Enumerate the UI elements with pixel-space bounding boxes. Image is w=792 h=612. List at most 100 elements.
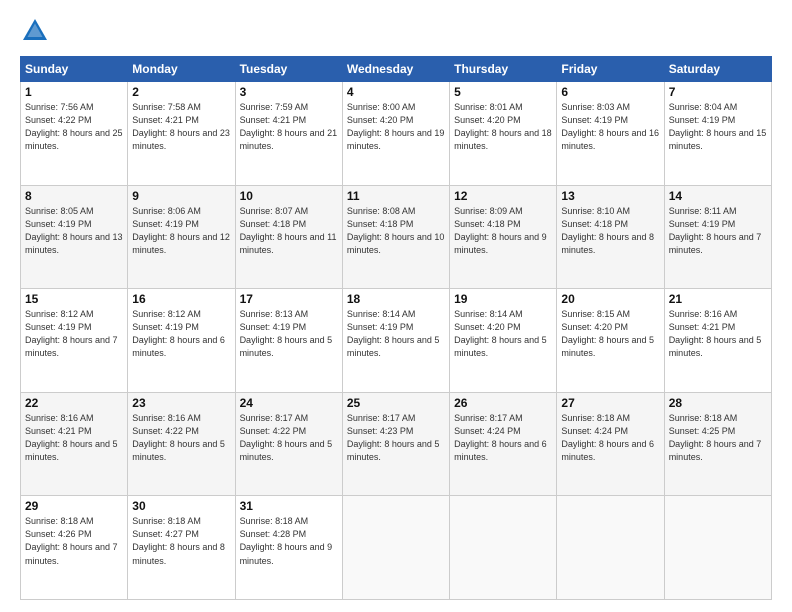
calendar-week-row: 22 Sunrise: 8:16 AM Sunset: 4:21 PM Dayl… bbox=[21, 392, 772, 496]
calendar-cell: 16 Sunrise: 8:12 AM Sunset: 4:19 PM Dayl… bbox=[128, 289, 235, 393]
day-number: 24 bbox=[240, 396, 338, 410]
day-number: 22 bbox=[25, 396, 123, 410]
calendar-cell: 8 Sunrise: 8:05 AM Sunset: 4:19 PM Dayli… bbox=[21, 185, 128, 289]
day-number: 2 bbox=[132, 85, 230, 99]
calendar-cell: 26 Sunrise: 8:17 AM Sunset: 4:24 PM Dayl… bbox=[450, 392, 557, 496]
cell-info: Sunrise: 8:16 AM Sunset: 4:22 PM Dayligh… bbox=[132, 412, 230, 464]
calendar-cell bbox=[664, 496, 771, 600]
calendar-cell: 11 Sunrise: 8:08 AM Sunset: 4:18 PM Dayl… bbox=[342, 185, 449, 289]
calendar-cell: 13 Sunrise: 8:10 AM Sunset: 4:18 PM Dayl… bbox=[557, 185, 664, 289]
day-number: 10 bbox=[240, 189, 338, 203]
header bbox=[20, 16, 772, 46]
day-number: 9 bbox=[132, 189, 230, 203]
calendar-cell: 17 Sunrise: 8:13 AM Sunset: 4:19 PM Dayl… bbox=[235, 289, 342, 393]
cell-info: Sunrise: 8:05 AM Sunset: 4:19 PM Dayligh… bbox=[25, 205, 123, 257]
calendar-cell: 9 Sunrise: 8:06 AM Sunset: 4:19 PM Dayli… bbox=[128, 185, 235, 289]
cell-info: Sunrise: 8:08 AM Sunset: 4:18 PM Dayligh… bbox=[347, 205, 445, 257]
cell-info: Sunrise: 8:04 AM Sunset: 4:19 PM Dayligh… bbox=[669, 101, 767, 153]
calendar-cell bbox=[557, 496, 664, 600]
calendar-cell: 20 Sunrise: 8:15 AM Sunset: 4:20 PM Dayl… bbox=[557, 289, 664, 393]
cell-info: Sunrise: 8:16 AM Sunset: 4:21 PM Dayligh… bbox=[25, 412, 123, 464]
cell-info: Sunrise: 7:56 AM Sunset: 4:22 PM Dayligh… bbox=[25, 101, 123, 153]
calendar-cell: 6 Sunrise: 8:03 AM Sunset: 4:19 PM Dayli… bbox=[557, 82, 664, 186]
day-number: 3 bbox=[240, 85, 338, 99]
calendar-cell: 31 Sunrise: 8:18 AM Sunset: 4:28 PM Dayl… bbox=[235, 496, 342, 600]
calendar-cell: 15 Sunrise: 8:12 AM Sunset: 4:19 PM Dayl… bbox=[21, 289, 128, 393]
calendar-week-row: 15 Sunrise: 8:12 AM Sunset: 4:19 PM Dayl… bbox=[21, 289, 772, 393]
calendar-cell bbox=[342, 496, 449, 600]
calendar-cell: 5 Sunrise: 8:01 AM Sunset: 4:20 PM Dayli… bbox=[450, 82, 557, 186]
cell-info: Sunrise: 8:06 AM Sunset: 4:19 PM Dayligh… bbox=[132, 205, 230, 257]
cell-info: Sunrise: 8:01 AM Sunset: 4:20 PM Dayligh… bbox=[454, 101, 552, 153]
day-number: 26 bbox=[454, 396, 552, 410]
cell-info: Sunrise: 8:16 AM Sunset: 4:21 PM Dayligh… bbox=[669, 308, 767, 360]
cell-info: Sunrise: 8:18 AM Sunset: 4:25 PM Dayligh… bbox=[669, 412, 767, 464]
day-number: 28 bbox=[669, 396, 767, 410]
calendar-cell: 24 Sunrise: 8:17 AM Sunset: 4:22 PM Dayl… bbox=[235, 392, 342, 496]
cell-info: Sunrise: 8:18 AM Sunset: 4:24 PM Dayligh… bbox=[561, 412, 659, 464]
logo-icon bbox=[20, 16, 50, 46]
cell-info: Sunrise: 8:12 AM Sunset: 4:19 PM Dayligh… bbox=[25, 308, 123, 360]
cell-info: Sunrise: 8:12 AM Sunset: 4:19 PM Dayligh… bbox=[132, 308, 230, 360]
calendar-cell: 21 Sunrise: 8:16 AM Sunset: 4:21 PM Dayl… bbox=[664, 289, 771, 393]
calendar-day-header: Friday bbox=[557, 57, 664, 82]
logo bbox=[20, 16, 54, 46]
calendar-cell: 14 Sunrise: 8:11 AM Sunset: 4:19 PM Dayl… bbox=[664, 185, 771, 289]
day-number: 7 bbox=[669, 85, 767, 99]
calendar-header-row: SundayMondayTuesdayWednesdayThursdayFrid… bbox=[21, 57, 772, 82]
day-number: 27 bbox=[561, 396, 659, 410]
cell-info: Sunrise: 8:07 AM Sunset: 4:18 PM Dayligh… bbox=[240, 205, 338, 257]
cell-info: Sunrise: 8:15 AM Sunset: 4:20 PM Dayligh… bbox=[561, 308, 659, 360]
calendar-day-header: Monday bbox=[128, 57, 235, 82]
page: SundayMondayTuesdayWednesdayThursdayFrid… bbox=[0, 0, 792, 612]
day-number: 1 bbox=[25, 85, 123, 99]
cell-info: Sunrise: 8:09 AM Sunset: 4:18 PM Dayligh… bbox=[454, 205, 552, 257]
calendar-cell: 22 Sunrise: 8:16 AM Sunset: 4:21 PM Dayl… bbox=[21, 392, 128, 496]
day-number: 23 bbox=[132, 396, 230, 410]
calendar-cell: 28 Sunrise: 8:18 AM Sunset: 4:25 PM Dayl… bbox=[664, 392, 771, 496]
calendar-day-header: Tuesday bbox=[235, 57, 342, 82]
cell-info: Sunrise: 8:18 AM Sunset: 4:26 PM Dayligh… bbox=[25, 515, 123, 567]
day-number: 4 bbox=[347, 85, 445, 99]
cell-info: Sunrise: 8:10 AM Sunset: 4:18 PM Dayligh… bbox=[561, 205, 659, 257]
cell-info: Sunrise: 8:03 AM Sunset: 4:19 PM Dayligh… bbox=[561, 101, 659, 153]
calendar-cell: 27 Sunrise: 8:18 AM Sunset: 4:24 PM Dayl… bbox=[557, 392, 664, 496]
calendar-cell: 12 Sunrise: 8:09 AM Sunset: 4:18 PM Dayl… bbox=[450, 185, 557, 289]
cell-info: Sunrise: 8:18 AM Sunset: 4:27 PM Dayligh… bbox=[132, 515, 230, 567]
day-number: 20 bbox=[561, 292, 659, 306]
day-number: 19 bbox=[454, 292, 552, 306]
cell-info: Sunrise: 8:17 AM Sunset: 4:22 PM Dayligh… bbox=[240, 412, 338, 464]
cell-info: Sunrise: 8:14 AM Sunset: 4:20 PM Dayligh… bbox=[454, 308, 552, 360]
cell-info: Sunrise: 7:58 AM Sunset: 4:21 PM Dayligh… bbox=[132, 101, 230, 153]
day-number: 30 bbox=[132, 499, 230, 513]
day-number: 21 bbox=[669, 292, 767, 306]
calendar-cell: 29 Sunrise: 8:18 AM Sunset: 4:26 PM Dayl… bbox=[21, 496, 128, 600]
calendar-cell: 30 Sunrise: 8:18 AM Sunset: 4:27 PM Dayl… bbox=[128, 496, 235, 600]
day-number: 29 bbox=[25, 499, 123, 513]
calendar-day-header: Wednesday bbox=[342, 57, 449, 82]
day-number: 13 bbox=[561, 189, 659, 203]
calendar-week-row: 29 Sunrise: 8:18 AM Sunset: 4:26 PM Dayl… bbox=[21, 496, 772, 600]
calendar-cell: 10 Sunrise: 8:07 AM Sunset: 4:18 PM Dayl… bbox=[235, 185, 342, 289]
day-number: 16 bbox=[132, 292, 230, 306]
day-number: 5 bbox=[454, 85, 552, 99]
day-number: 17 bbox=[240, 292, 338, 306]
calendar-cell: 3 Sunrise: 7:59 AM Sunset: 4:21 PM Dayli… bbox=[235, 82, 342, 186]
day-number: 18 bbox=[347, 292, 445, 306]
cell-info: Sunrise: 8:18 AM Sunset: 4:28 PM Dayligh… bbox=[240, 515, 338, 567]
calendar-cell: 7 Sunrise: 8:04 AM Sunset: 4:19 PM Dayli… bbox=[664, 82, 771, 186]
cell-info: Sunrise: 8:17 AM Sunset: 4:24 PM Dayligh… bbox=[454, 412, 552, 464]
cell-info: Sunrise: 8:14 AM Sunset: 4:19 PM Dayligh… bbox=[347, 308, 445, 360]
cell-info: Sunrise: 7:59 AM Sunset: 4:21 PM Dayligh… bbox=[240, 101, 338, 153]
calendar-cell: 25 Sunrise: 8:17 AM Sunset: 4:23 PM Dayl… bbox=[342, 392, 449, 496]
cell-info: Sunrise: 8:11 AM Sunset: 4:19 PM Dayligh… bbox=[669, 205, 767, 257]
calendar-cell: 4 Sunrise: 8:00 AM Sunset: 4:20 PM Dayli… bbox=[342, 82, 449, 186]
day-number: 14 bbox=[669, 189, 767, 203]
calendar-cell: 19 Sunrise: 8:14 AM Sunset: 4:20 PM Dayl… bbox=[450, 289, 557, 393]
cell-info: Sunrise: 8:13 AM Sunset: 4:19 PM Dayligh… bbox=[240, 308, 338, 360]
calendar-day-header: Thursday bbox=[450, 57, 557, 82]
cell-info: Sunrise: 8:17 AM Sunset: 4:23 PM Dayligh… bbox=[347, 412, 445, 464]
calendar-cell: 2 Sunrise: 7:58 AM Sunset: 4:21 PM Dayli… bbox=[128, 82, 235, 186]
cell-info: Sunrise: 8:00 AM Sunset: 4:20 PM Dayligh… bbox=[347, 101, 445, 153]
calendar-cell: 1 Sunrise: 7:56 AM Sunset: 4:22 PM Dayli… bbox=[21, 82, 128, 186]
